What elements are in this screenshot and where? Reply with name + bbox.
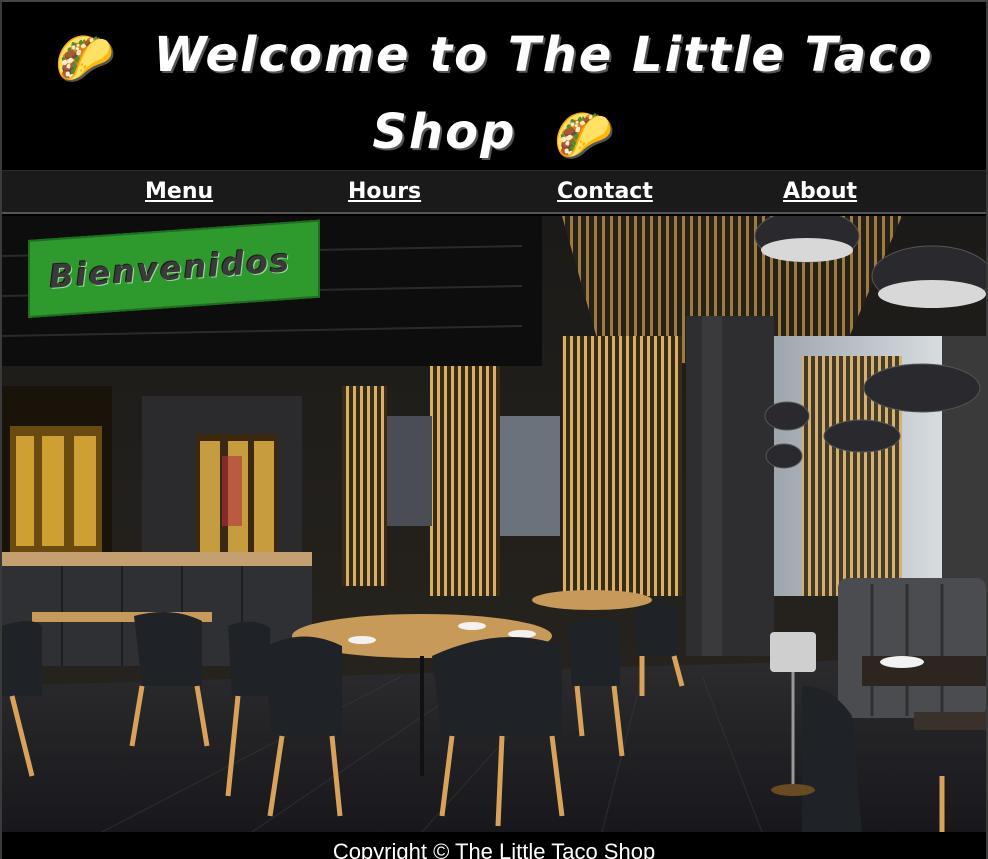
nav-link-menu[interactable]: Menu [145,177,213,207]
site-footer: Copyright © The Little Taco Shop [2,832,986,859]
site-header: 🌮 Welcome to The Little Taco Shop 🌮 [2,2,986,170]
main-nav: Menu Hours Contact About [2,170,986,214]
taco-icon: 🌮 [553,107,616,163]
taco-icon: 🌮 [54,30,117,86]
nav-link-hours[interactable]: Hours [348,177,421,207]
title-line2: Shop [372,104,517,160]
nav-link-about[interactable]: About [783,177,857,207]
nav-link-contact[interactable]: Contact [557,177,653,207]
title-line1: Welcome to The Little Taco [153,27,934,83]
page-title: 🌮 Welcome to The Little Taco Shop 🌮 [42,18,946,172]
copyright-text: Copyright © The Little Taco Shop [332,839,656,859]
